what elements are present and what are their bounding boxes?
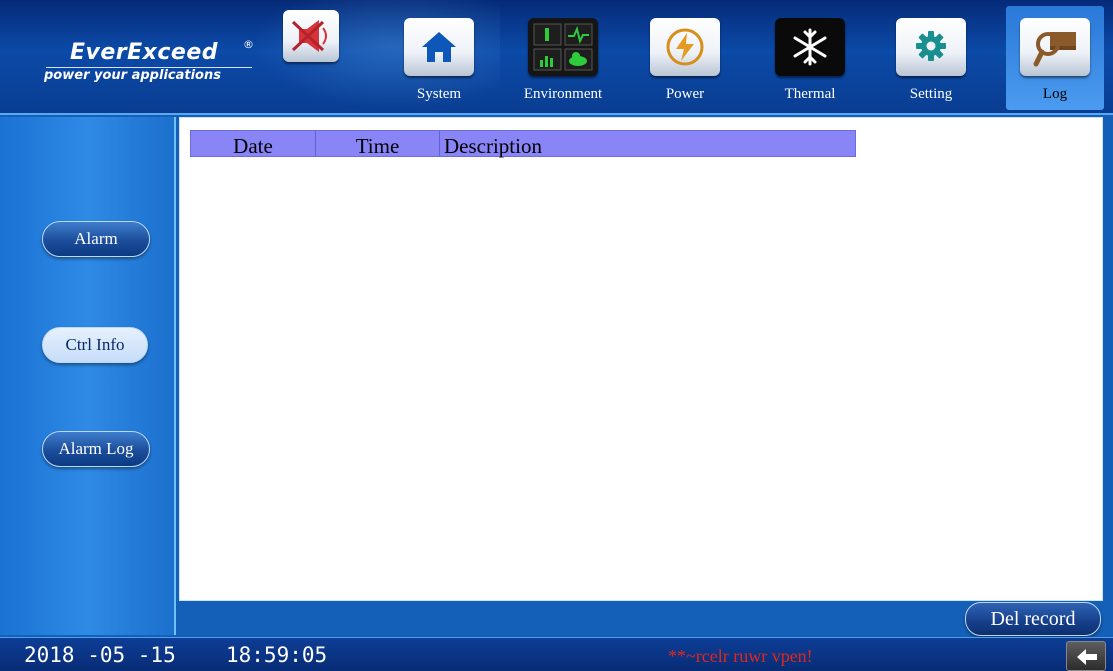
nav-setting-label: Setting: [909, 86, 953, 102]
status-bar: 2018 -05 -15 18:59:05 **~rcelr ruwr vpen…: [0, 637, 1113, 671]
gear-icon: [916, 31, 946, 61]
sidebar-item-ctrl-info[interactable]: Ctrl Info: [42, 327, 148, 363]
sidebar-item-alarm[interactable]: Alarm: [42, 221, 150, 257]
status-time: 18:59:05: [226, 643, 328, 667]
brand-tagline: power your applications: [44, 68, 221, 83]
home-icon: [422, 32, 456, 62]
sidebar-item-alarm-log[interactable]: Alarm Log: [42, 431, 150, 467]
brand-name: EverExceed: [70, 40, 218, 65]
nav-log-label: Log: [1042, 86, 1068, 102]
screen: EverExceed ® power your applications Sys…: [0, 0, 1113, 671]
nav-thermal-label: Thermal: [784, 86, 836, 102]
sidebar: Alarm Ctrl Info Alarm Log: [0, 117, 176, 635]
status-alert: **~rcelr ruwr vpen!: [668, 646, 813, 666]
lightning-icon: [666, 28, 704, 66]
environment-icon: [533, 23, 593, 71]
snowflake-icon: [793, 28, 827, 66]
table-header: Date Time Description: [190, 130, 856, 158]
speaker-mute-icon: [291, 20, 327, 52]
registered-mark: ®: [243, 38, 254, 51]
del-record-button[interactable]: Del record: [965, 602, 1101, 636]
column-header-time: Time: [316, 131, 440, 158]
nav-power-label: Power: [665, 86, 705, 102]
log-table-panel: Date Time Description: [179, 117, 1103, 601]
column-header-description: Description: [444, 134, 542, 158]
brand-logo: EverExceed ® power your applications: [40, 36, 260, 92]
back-button[interactable]: [1066, 641, 1106, 671]
status-date: 2018 -05 -15: [24, 643, 176, 667]
top-navigation-bar: EverExceed ® power your applications Sys…: [0, 0, 1113, 115]
nav-environment-label: Environment: [523, 86, 603, 102]
nav-system-label: System: [416, 86, 462, 102]
column-header-date: Date: [191, 131, 316, 158]
log-icon: [1033, 32, 1076, 67]
back-arrow-icon: [1077, 649, 1097, 665]
